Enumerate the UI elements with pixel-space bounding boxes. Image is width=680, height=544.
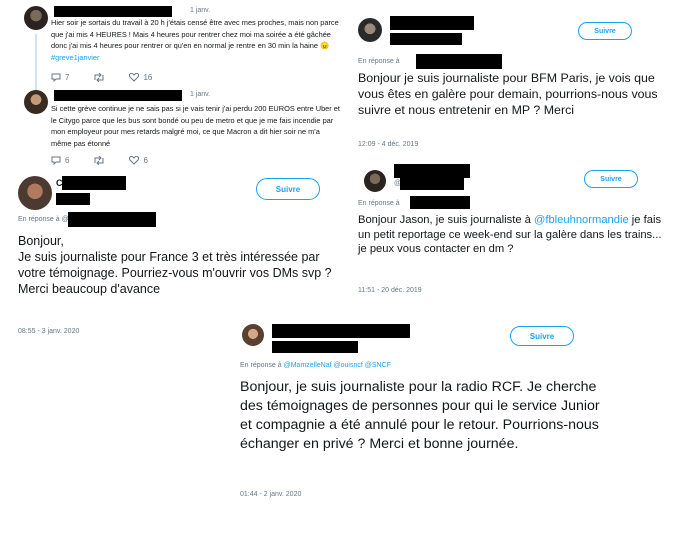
tweet-date: 01:44 - 2 janv. 2020 xyxy=(240,491,302,498)
tweet-text: Bonjour Jason, je suis journaliste à @fb… xyxy=(358,214,662,255)
avatar[interactable] xyxy=(24,90,48,114)
redacted-handle xyxy=(272,341,358,353)
avatar[interactable] xyxy=(358,18,382,42)
reply-action[interactable]: 6 xyxy=(51,156,69,165)
tweet-text: Bonjour, je suis journaliste pour la rad… xyxy=(240,379,600,452)
reply-action[interactable]: 7 xyxy=(51,73,69,82)
tweet-text: Bonjour je suis journaliste pour BFM Par… xyxy=(358,71,658,117)
follow-button[interactable]: Suivre xyxy=(510,326,574,346)
reply-to: En réponse à @ xyxy=(18,216,69,223)
redacted-handle xyxy=(400,178,464,190)
redacted-handle xyxy=(390,33,462,45)
thread-line xyxy=(35,34,37,92)
reply-to: En réponse à @MamzelleNaf @ouisncf @SNCF xyxy=(240,362,391,369)
retweet-icon xyxy=(94,73,104,82)
tweet-date: 08:55 - 3 janv. 2020 xyxy=(18,328,80,335)
tweet-actions: 6 6 xyxy=(51,156,172,165)
reply-to: En réponse à xyxy=(358,58,400,65)
reply-to: En réponse à xyxy=(358,200,400,207)
redacted-handle xyxy=(56,193,90,205)
follow-button[interactable]: Suivre xyxy=(256,178,320,200)
redacted-name xyxy=(394,164,470,178)
follow-button[interactable]: Suivre xyxy=(584,170,638,188)
hashtag-link[interactable]: #greve1janvier xyxy=(51,53,99,62)
retweet-icon xyxy=(94,156,104,165)
like-action[interactable]: 6 xyxy=(129,156,148,165)
like-action[interactable]: 16 xyxy=(129,73,152,82)
like-icon xyxy=(129,73,140,82)
redacted-handle xyxy=(410,196,470,209)
reply-handles[interactable]: @MamzelleNaf @ouisncf @SNCF xyxy=(284,362,391,369)
redacted-name xyxy=(62,176,126,190)
tweet-date: 12:09 - 4 déc. 2019 xyxy=(358,141,419,148)
mention-link[interactable]: @fbleuhnormandie xyxy=(534,214,629,226)
redacted-handle xyxy=(416,54,502,69)
angry-emoji-icon: 😠 xyxy=(320,41,330,50)
reply-card-bfm: Suivre En réponse à Bonjour je suis jour… xyxy=(352,6,672,152)
avatar[interactable] xyxy=(18,176,52,210)
retweet-action[interactable] xyxy=(93,73,105,82)
avatar[interactable] xyxy=(24,6,48,30)
tweet-date: 11:51 - 20 déc. 2019 xyxy=(358,287,422,294)
redacted-name xyxy=(272,324,410,338)
tweet-date: 1 janv. xyxy=(190,91,211,98)
redacted-name xyxy=(54,6,172,17)
redacted-name xyxy=(54,90,182,101)
redacted-handle xyxy=(68,212,156,227)
reply-card-jason: @ Suivre En réponse à Bonjour Jason, je … xyxy=(352,160,672,302)
tweet-text: Bonjour, Je suis journaliste pour France… xyxy=(18,234,332,296)
tweet-actions: 7 16 xyxy=(51,73,176,82)
tweet-text: Si cette grève continue je ne sais pas s… xyxy=(51,104,340,148)
reply-card-rcf: Suivre En réponse à @MamzelleNaf @ouisnc… xyxy=(234,318,614,504)
avatar[interactable] xyxy=(364,170,386,192)
tweet-text: Hier soir je sortais du travail à 20 h j… xyxy=(51,18,339,62)
tweet-thread: 1 janv. Hier soir je sortais du travail … xyxy=(10,4,342,170)
like-icon xyxy=(129,156,140,165)
follow-button[interactable]: Suivre xyxy=(578,22,632,40)
retweet-action[interactable] xyxy=(93,156,105,165)
avatar[interactable] xyxy=(242,324,264,346)
reply-icon xyxy=(51,156,61,165)
tweet-date: 1 janv. xyxy=(190,7,211,14)
reply-icon xyxy=(51,73,61,82)
redacted-name xyxy=(390,16,474,30)
